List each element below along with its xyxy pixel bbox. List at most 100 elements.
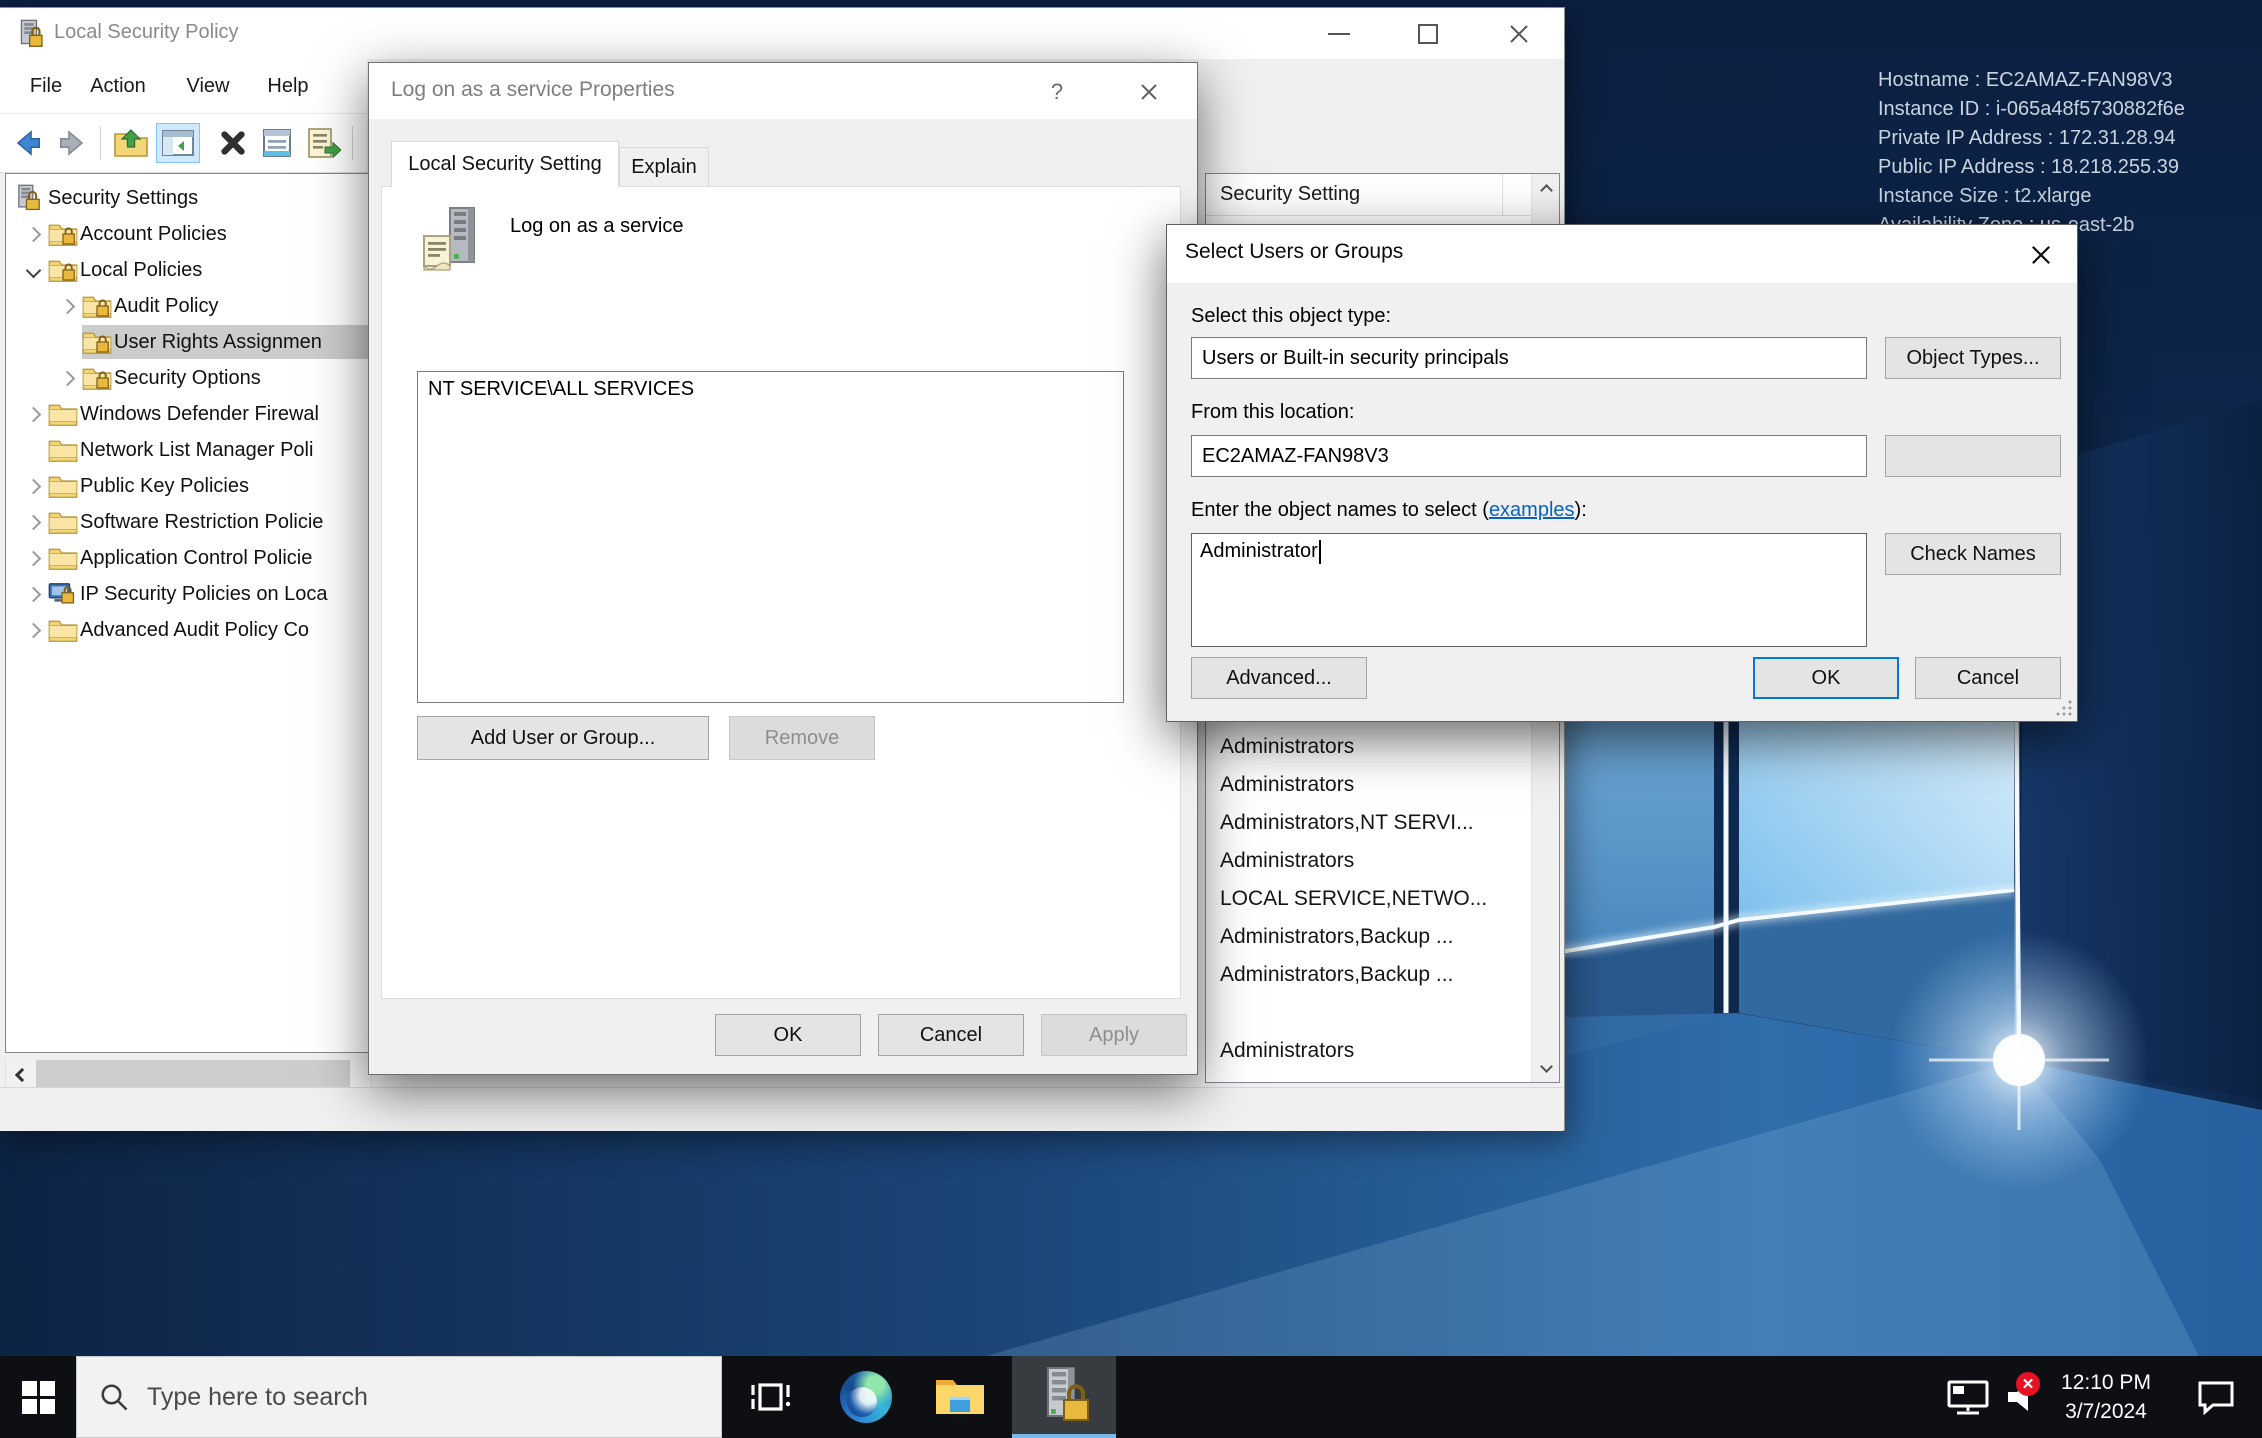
advanced-button[interactable]: Advanced... <box>1191 657 1367 699</box>
file-explorer-button[interactable] <box>918 1356 1002 1438</box>
object-types-button[interactable]: Object Types... <box>1885 337 2061 379</box>
action-center-button[interactable] <box>2182 1356 2250 1438</box>
column-header-security-setting[interactable]: Security Setting <box>1206 174 1532 216</box>
properties-button[interactable] <box>258 124 296 162</box>
file-explorer-icon <box>934 1374 986 1420</box>
list-row[interactable]: Administrators,NT SERVI... <box>1206 804 1532 842</box>
expand-icon[interactable] <box>25 550 41 566</box>
dialog-titlebar[interactable]: Log on as a service Properties ? <box>369 63 1197 119</box>
menu-help[interactable]: Help <box>256 59 320 113</box>
dialog-titlebar[interactable]: Select Users or Groups <box>1167 225 2077 283</box>
check-names-button[interactable]: Check Names <box>1885 533 2061 575</box>
list-row[interactable]: Administrators <box>1206 766 1532 804</box>
list-row[interactable]: LOCAL SERVICE,NETWO... <box>1206 880 1532 918</box>
scrollbar-thumb[interactable] <box>36 1060 350 1088</box>
list-row[interactable]: Administrators,Backup ... <box>1206 918 1532 956</box>
scroll-down-icon <box>1540 1060 1553 1073</box>
resize-grip[interactable] <box>2055 699 2073 717</box>
forward-button[interactable] <box>54 124 92 162</box>
list-row[interactable]: Administrators <box>1206 842 1532 880</box>
folder-lock-icon <box>82 329 114 355</box>
list-row[interactable]: Administrators <box>1206 728 1532 766</box>
expand-icon[interactable] <box>25 406 41 422</box>
clock-date: 3/7/2024 <box>2065 1397 2147 1426</box>
list-row[interactable] <box>1206 994 1532 1032</box>
export-list-icon <box>305 126 341 160</box>
menu-file[interactable]: File <box>18 59 74 113</box>
menu-view[interactable]: View <box>176 59 240 113</box>
network-icon <box>1946 1378 1990 1416</box>
taskbar-search[interactable]: Type here to search <box>76 1356 722 1438</box>
scroll-down-button[interactable] <box>1532 1050 1560 1082</box>
cancel-button[interactable]: Cancel <box>1915 657 2061 699</box>
action-center-icon <box>2196 1379 2236 1415</box>
members-listbox[interactable]: NT SERVICE\ALL SERVICES <box>417 371 1124 703</box>
menu-action[interactable]: Action <box>78 59 158 113</box>
task-view-button[interactable] <box>728 1356 812 1438</box>
tree-horizontal-scrollbar[interactable] <box>5 1060 372 1090</box>
tree-item-audit-policy[interactable]: Audit Policy <box>6 288 371 324</box>
apply-button[interactable]: Apply <box>1041 1014 1187 1056</box>
expand-icon[interactable] <box>25 622 41 638</box>
network-status-button[interactable] <box>1940 1356 1996 1438</box>
export-list-button[interactable] <box>304 124 342 162</box>
expand-icon[interactable] <box>25 226 41 242</box>
clock-time: 12:10 PM <box>2061 1368 2151 1397</box>
tree-item-account-policies[interactable]: Account Policies <box>6 216 371 252</box>
tree-item-local-policies[interactable]: Local Policies <box>6 252 371 288</box>
expand-icon[interactable] <box>59 370 75 386</box>
local-security-policy-taskbar-button[interactable] <box>1012 1356 1116 1438</box>
tree-item-advanced-audit-policy[interactable]: Advanced Audit Policy Co <box>6 612 371 648</box>
add-user-or-group-button[interactable]: Add User or Group... <box>417 716 709 760</box>
back-button[interactable] <box>8 124 46 162</box>
tree-item-security-settings[interactable]: Security Settings <box>6 180 371 216</box>
object-names-textarea[interactable]: Administrator <box>1191 533 1867 647</box>
maximize-button[interactable] <box>1396 8 1460 59</box>
expand-icon[interactable] <box>25 514 41 530</box>
tree-item-user-rights-assignment[interactable]: User Rights Assignmen <box>6 324 371 360</box>
expand-icon[interactable] <box>25 478 41 494</box>
object-type-field[interactable]: Users or Built-in security principals <box>1191 337 1867 379</box>
scroll-up-button[interactable] <box>1532 174 1560 206</box>
delete-button[interactable] <box>214 124 252 162</box>
list-row[interactable]: Administrators <box>1206 1032 1532 1070</box>
examples-link[interactable]: examples <box>1489 499 1575 521</box>
taskbar-clock[interactable]: 12:10 PM 3/7/2024 <box>2044 1356 2168 1438</box>
expand-icon[interactable] <box>59 298 75 314</box>
tree-item-software-restriction-policies[interactable]: Software Restriction Policie <box>6 504 371 540</box>
help-button[interactable]: ? <box>1035 75 1079 109</box>
tree-item-windows-defender-firewall[interactable]: Windows Defender Firewal <box>6 396 371 432</box>
tree-item-ip-security-policies[interactable]: IP Security Policies on Loca <box>6 576 371 612</box>
member-entry[interactable]: NT SERVICE\ALL SERVICES <box>428 378 1113 401</box>
ok-button[interactable]: OK <box>1753 657 1899 699</box>
from-location-label: From this location: <box>1191 401 1354 424</box>
collapse-icon[interactable] <box>25 262 41 278</box>
tree-item-application-control-policies[interactable]: Application Control Policie <box>6 540 371 576</box>
folder-icon <box>48 509 80 535</box>
tree-item-public-key-policies[interactable]: Public Key Policies <box>6 468 371 504</box>
tab-local-security-setting[interactable]: Local Security Setting <box>391 141 619 187</box>
start-button[interactable] <box>0 1356 76 1438</box>
tree-item-security-options[interactable]: Security Options <box>6 360 371 396</box>
locations-button[interactable] <box>1885 435 2061 477</box>
close-button[interactable] <box>1487 8 1551 59</box>
scroll-left-button[interactable] <box>8 1064 36 1086</box>
ok-button[interactable]: OK <box>715 1014 861 1056</box>
remove-button[interactable]: Remove <box>729 716 875 760</box>
close-icon <box>2029 243 2053 267</box>
minimize-icon <box>1328 33 1350 35</box>
dialog-close-button[interactable] <box>1127 75 1171 109</box>
folder-icon <box>48 617 80 643</box>
minimize-button[interactable] <box>1307 8 1371 59</box>
tree-item-network-list-manager[interactable]: Network List Manager Poli <box>6 432 371 468</box>
export-folder-button[interactable] <box>112 124 150 162</box>
window-titlebar[interactable]: Local Security Policy <box>0 8 1564 59</box>
dialog-close-button[interactable] <box>2017 237 2065 273</box>
cancel-button[interactable]: Cancel <box>878 1014 1024 1056</box>
tab-explain[interactable]: Explain <box>619 147 709 187</box>
expand-icon[interactable] <box>25 586 41 602</box>
edge-browser-button[interactable] <box>824 1356 908 1438</box>
location-field[interactable]: EC2AMAZ-FAN98V3 <box>1191 435 1867 477</box>
show-console-tree-button[interactable] <box>156 123 200 163</box>
list-row[interactable]: Administrators,Backup ... <box>1206 956 1532 994</box>
